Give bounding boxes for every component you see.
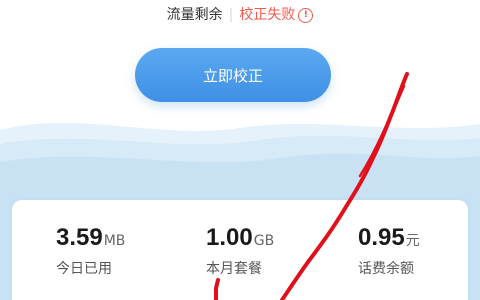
- stat-phone-balance[interactable]: 0.95元 话费余额: [358, 224, 480, 279]
- stat-value: 3.59: [56, 224, 103, 251]
- calibrate-now-button[interactable]: 立即校正: [135, 48, 331, 102]
- stat-label: 今日已用: [56, 261, 112, 277]
- stat-monthly-plan[interactable]: 1.00GB 本月套餐: [206, 224, 346, 279]
- stat-label: 话费余额: [358, 261, 414, 277]
- exclamation-circle-icon[interactable]: !: [298, 7, 314, 23]
- traffic-remaining-label: 流量剩余: [166, 7, 223, 23]
- usage-stats-card: 3.59MB 今日已用 1.00GB 本月套餐 0.95元 话费余额: [12, 200, 468, 300]
- traffic-status-row: 流量剩余 | 校正失败 !: [0, 5, 480, 25]
- stat-value: 1.00: [206, 224, 253, 251]
- stat-value: 0.95: [358, 224, 405, 251]
- stat-unit: 元: [405, 233, 420, 249]
- traffic-screen: 流量剩余 | 校正失败 ! 立即校正 3.59MB 今日已用 1.00GB 本月…: [0, 0, 480, 300]
- stat-value-row: 3.59MB: [56, 224, 196, 255]
- stat-value-row: 0.95元: [358, 224, 480, 255]
- status-divider: |: [228, 7, 234, 23]
- stat-unit: MB: [103, 233, 126, 249]
- stat-unit: GB: [253, 233, 275, 249]
- stat-label: 本月套餐: [206, 261, 262, 277]
- stat-today-used[interactable]: 3.59MB 今日已用: [56, 224, 196, 279]
- calibration-failed-text[interactable]: 校正失败: [239, 5, 295, 25]
- stat-value-row: 1.00GB: [206, 224, 346, 255]
